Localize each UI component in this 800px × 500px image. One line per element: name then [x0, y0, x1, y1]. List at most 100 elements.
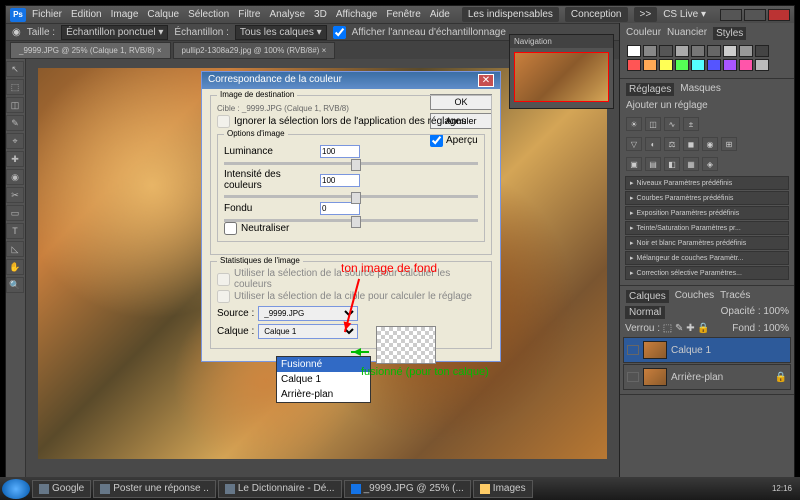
- tab-calques[interactable]: Calques: [626, 290, 669, 303]
- menu-aide[interactable]: Aide: [430, 9, 450, 20]
- selective-icon[interactable]: ◈: [702, 157, 718, 171]
- source-select[interactable]: _9999.JPG: [258, 306, 358, 321]
- tab-styles[interactable]: Styles: [713, 27, 746, 40]
- style-swatch[interactable]: [755, 59, 769, 71]
- close-button[interactable]: [768, 9, 790, 21]
- levels-icon[interactable]: ◫: [645, 117, 661, 131]
- crop-tool[interactable]: ⌖: [6, 133, 24, 149]
- style-swatch[interactable]: [707, 59, 721, 71]
- stamp-tool[interactable]: ▭: [6, 205, 24, 221]
- tab-masques[interactable]: Masques: [680, 83, 721, 96]
- photo-filter-icon[interactable]: ◉: [702, 137, 718, 151]
- tab-couleur[interactable]: Couleur: [626, 27, 661, 40]
- curves-icon[interactable]: ∿: [664, 117, 680, 131]
- tab-nuancier[interactable]: Nuancier: [667, 27, 707, 40]
- balance-icon[interactable]: ⚖: [664, 137, 680, 151]
- zoom-tool[interactable]: 🔍: [6, 277, 24, 293]
- tab-9999[interactable]: _9999.JPG @ 25% (Calque 1, RVB/8) ×: [10, 42, 171, 59]
- style-swatch[interactable]: [723, 45, 737, 57]
- cs-live[interactable]: CS Live ▾: [663, 9, 706, 20]
- preset-hue[interactable]: Teinte/Saturation Paramètres pr...: [625, 221, 789, 235]
- preset-curves[interactable]: Courbes Paramètres prédéfinis: [625, 191, 789, 205]
- show-ring-checkbox[interactable]: [333, 26, 346, 39]
- preset-mixer[interactable]: Mélangeur de couches Paramètr...: [625, 251, 789, 265]
- style-swatch[interactable]: [707, 45, 721, 57]
- style-swatch[interactable]: [691, 45, 705, 57]
- style-swatch[interactable]: [723, 59, 737, 71]
- luminance-slider[interactable]: [224, 162, 478, 165]
- intensity-input[interactable]: [320, 174, 360, 187]
- wand-tool[interactable]: ✎: [6, 115, 24, 131]
- menu-analyse[interactable]: Analyse: [269, 9, 305, 20]
- shape-tool[interactable]: ◺: [6, 241, 24, 257]
- style-swatch[interactable]: [627, 59, 641, 71]
- layer-background[interactable]: Arrière-plan🔒: [623, 364, 791, 390]
- fade-slider[interactable]: [224, 219, 478, 222]
- style-swatch[interactable]: [739, 59, 753, 71]
- style-swatch[interactable]: [675, 59, 689, 71]
- vibrance-icon[interactable]: ▽: [626, 137, 642, 151]
- heal-tool[interactable]: ◉: [6, 169, 24, 185]
- minimize-button[interactable]: [720, 9, 742, 21]
- style-swatch[interactable]: [675, 45, 689, 57]
- preset-levels[interactable]: Niveaux Paramètres prédéfinis: [625, 176, 789, 190]
- dropdown-calque1[interactable]: Calque 1: [277, 372, 370, 387]
- dialog-close-icon[interactable]: ✕: [478, 74, 494, 87]
- marquee-tool[interactable]: ⬚: [6, 79, 24, 95]
- tab-traces[interactable]: Tracés: [720, 290, 750, 303]
- style-swatch[interactable]: [691, 59, 705, 71]
- threshold-icon[interactable]: ◧: [664, 157, 680, 171]
- neutralize-checkbox[interactable]: [224, 222, 237, 235]
- brightness-icon[interactable]: ☀: [626, 117, 642, 131]
- start-button[interactable]: [2, 479, 30, 499]
- style-swatch[interactable]: [643, 45, 657, 57]
- menu-fichier[interactable]: Fichier: [32, 9, 62, 20]
- exposure-icon[interactable]: ±: [683, 117, 699, 131]
- task-browser[interactable]: Poster une réponse ..: [93, 480, 216, 498]
- type-tool[interactable]: T: [6, 223, 24, 239]
- menu-affichage[interactable]: Affichage: [336, 9, 378, 20]
- task-explorer[interactable]: Images: [473, 480, 533, 498]
- navigator-thumb[interactable]: [514, 52, 609, 102]
- menu-calque[interactable]: Calque: [147, 9, 179, 20]
- hand-tool[interactable]: ✋: [6, 259, 24, 275]
- style-swatch[interactable]: [659, 45, 673, 57]
- navigator-panel[interactable]: Navigation: [509, 34, 614, 109]
- opacity-value[interactable]: 100%: [763, 306, 789, 317]
- menu-image[interactable]: Image: [111, 9, 139, 20]
- workspace-design[interactable]: Conception: [565, 7, 628, 22]
- workspace-more[interactable]: >>: [634, 7, 658, 22]
- style-swatch[interactable]: [627, 45, 641, 57]
- visibility-icon[interactable]: [627, 345, 639, 355]
- style-swatch[interactable]: [755, 45, 769, 57]
- luminance-input[interactable]: [320, 145, 360, 158]
- move-tool[interactable]: ↖: [6, 61, 24, 77]
- blend-mode-select[interactable]: Normal: [625, 306, 665, 319]
- dialog-header[interactable]: Correspondance de la couleur ✕: [202, 72, 500, 89]
- hue-icon[interactable]: ◐: [645, 137, 661, 151]
- style-swatch[interactable]: [643, 59, 657, 71]
- sample-size-select[interactable]: Échantillon ponctuel ▾: [61, 25, 168, 40]
- preset-exposure[interactable]: Exposition Paramètres prédéfinis: [625, 206, 789, 220]
- style-swatch[interactable]: [739, 45, 753, 57]
- tab-pullip[interactable]: pullip2-1308a29.jpg @ 100% (RVB/8#) ×: [173, 42, 336, 59]
- workspace-essentials[interactable]: Les indispensables: [462, 7, 559, 22]
- tab-reglages[interactable]: Réglages: [626, 83, 674, 96]
- brush-tool[interactable]: ✂: [6, 187, 24, 203]
- style-swatch[interactable]: [659, 59, 673, 71]
- bw-icon[interactable]: ◼: [683, 137, 699, 151]
- tab-couches[interactable]: Couches: [675, 290, 714, 303]
- sample-layers-select[interactable]: Tous les calques ▾: [235, 25, 327, 40]
- menu-3d[interactable]: 3D: [314, 9, 327, 20]
- fill-value[interactable]: 100%: [763, 323, 789, 334]
- task-dict[interactable]: Le Dictionnaire - Dé...: [218, 480, 342, 498]
- preset-selective[interactable]: Correction sélective Paramètres...: [625, 266, 789, 280]
- eyedropper-tool[interactable]: ✚: [6, 151, 24, 167]
- task-photoshop[interactable]: _9999.JPG @ 25% (...: [344, 480, 471, 498]
- intensity-slider[interactable]: [224, 195, 478, 198]
- maximize-button[interactable]: [744, 9, 766, 21]
- menu-fenetre[interactable]: Fenêtre: [386, 9, 420, 20]
- layer-calque1[interactable]: Calque 1: [623, 337, 791, 363]
- menu-edition[interactable]: Edition: [71, 9, 102, 20]
- dropdown-fusionne[interactable]: Fusionné: [277, 357, 370, 372]
